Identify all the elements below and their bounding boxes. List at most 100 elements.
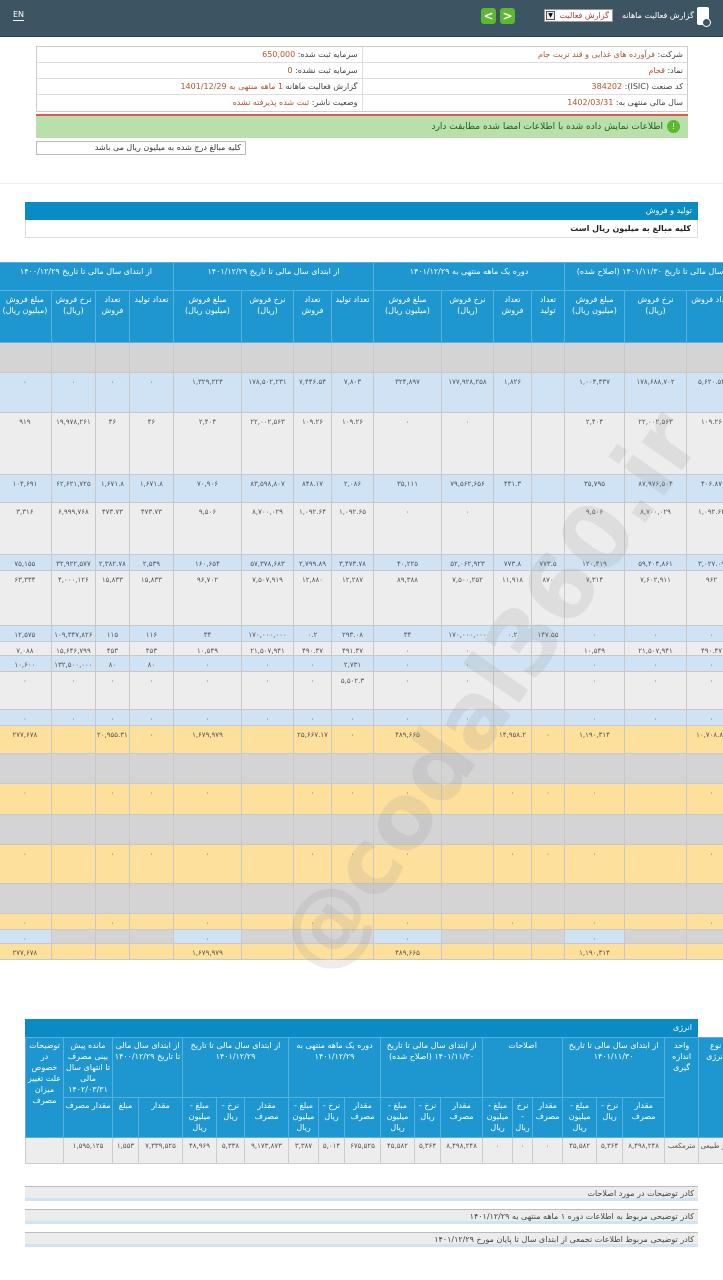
- table-cell: ۲۲,۰۰۲,۵۶۳: [240, 412, 294, 475]
- table-cell: [563, 342, 626, 373]
- report-type-select[interactable]: ▼ گزارش فعالیت: [544, 9, 613, 22]
- table-cell: ۰: [172, 844, 242, 884]
- table-cell: ۸۴۸.۱۷: [292, 474, 332, 503]
- table-row: ۴۹۰.۴۷ ۲۱,۵۰۷,۹۴۱ ۱۰,۵۴۹ ۰ ۰ ۴۹۱.۴۷ ۴۹۰.۴۷ ۲۱,۵…: [0, 641, 723, 656]
- divider: [0, 183, 723, 184]
- table-cell: [330, 814, 374, 845]
- table-cell: [94, 342, 130, 373]
- energy-cell: ۵,۰۱۴: [318, 1137, 346, 1164]
- table-cell: [530, 709, 565, 726]
- table-cell: [530, 929, 565, 944]
- energy-sub-header: مقدار: [138, 1097, 183, 1138]
- registered-capital-field: سرمایه ثبت شده: 650,000: [262, 50, 358, 59]
- table-cell: [686, 342, 723, 373]
- table-cell: [686, 814, 723, 845]
- table-cell: [240, 725, 294, 754]
- table-cell: ۰: [330, 725, 374, 754]
- table-cell: [240, 929, 294, 944]
- energy-cell: ۸,۴۹۸,۲۴۸: [440, 1137, 484, 1164]
- table-cell: ۷,۵۰۰,۲۵۲: [440, 570, 494, 626]
- table-cell: [492, 342, 532, 373]
- table-cell: ۰: [292, 913, 332, 930]
- table-cell: ۳۲,۹۲۲,۵۷۷: [50, 554, 96, 571]
- table-cell: ۱۷۰,۰۰۰,۰۰۰: [240, 625, 294, 642]
- prev-button[interactable]: <: [481, 8, 496, 24]
- energy-group-7: مانده پیش بینی مصرف تا انتهای سال مالی ۱…: [63, 1037, 113, 1098]
- table-cell: [240, 883, 294, 914]
- table-cell: ۰: [686, 671, 723, 710]
- sub-header: مبلغ فروش (میلیون ریال): [0, 290, 52, 343]
- table-cell: ۲۱,۵۰۷,۹۴۱: [624, 641, 687, 656]
- table-cell: ۱,۶۷۹,۹۷۹: [172, 725, 242, 754]
- table-cell: [440, 844, 494, 884]
- table-row: [0, 883, 723, 914]
- table-cell: [440, 725, 494, 754]
- energy-sub-header: مبلغ: [112, 1097, 139, 1138]
- language-toggle[interactable]: EN: [13, 10, 25, 21]
- energy-cell: ۹,۱۷۳,۸۷۳: [244, 1137, 290, 1164]
- table-cell: ۱۴,۹۵۸.۲: [492, 725, 532, 754]
- table-cell: ۷,۴۴۶.۵۴: [292, 372, 332, 413]
- table-cell: ۰: [563, 783, 626, 815]
- energy-cell: ۰: [512, 1137, 534, 1164]
- sub-header: نرخ فروش (ریال): [440, 290, 494, 343]
- table-cell: ۳۵,۷۹۵: [563, 474, 626, 503]
- table-cell: ۱,۶۷۱.۸: [128, 474, 174, 503]
- sub-header: تعداد فروش: [94, 290, 130, 343]
- next-button[interactable]: >: [500, 8, 515, 24]
- info-icon: !: [667, 120, 680, 133]
- energy-sub-header: مقدار مصرف: [63, 1097, 113, 1138]
- production-subtitle: کلیه مبالغ به میلیون ریال است: [25, 220, 698, 238]
- table-cell: ۰: [624, 709, 687, 726]
- table-cell: ۰: [372, 412, 442, 475]
- table-row: ۰۰۰۰۰۲,۷۳۱۰۰۰۸۰۸۰۱۳۲,۵۰۰,۰۰۰۱۰,۶۰۰تولید: [0, 655, 723, 672]
- table-cell: ۰: [128, 844, 174, 884]
- table-cell: ۶۳,۳۳۴: [0, 570, 52, 626]
- table-row: [0, 342, 723, 373]
- table-cell: ۸۰: [94, 655, 130, 672]
- table-cell: ۱۰,۵۴۹: [563, 641, 626, 656]
- table-cell: ۰: [372, 913, 442, 930]
- table-cell: [0, 883, 52, 914]
- table-cell: ۲۷۷,۶۷۸: [0, 943, 52, 960]
- table-cell: ۲,۷۳۱: [330, 655, 374, 672]
- table-cell: ۱,۰۰۴,۳۳۷: [563, 372, 626, 413]
- table-cell: [563, 814, 626, 845]
- table-cell: [94, 883, 130, 914]
- table-cell: ۱۷۸,۵۰۲,۲۳۱: [240, 372, 294, 413]
- energy-group-4: دوره یک ماهه منتهی به ۱۴۰۱/۱۲/۲۹: [288, 1037, 382, 1098]
- table-cell: [686, 929, 723, 944]
- table-cell: ۰: [372, 502, 442, 555]
- table-cell: ۰: [128, 372, 174, 413]
- energy-cell: ۵,۳۳۸: [216, 1137, 246, 1164]
- table-cell: [492, 883, 532, 914]
- table-cell: ۰: [440, 709, 494, 726]
- table-cell: [240, 943, 294, 960]
- table-cell: ۰: [0, 783, 52, 815]
- table-cell: [50, 783, 96, 815]
- energy-cell: ۴۸,۹۶۹: [181, 1137, 218, 1164]
- table-cell: ۱۲,۲۸۷: [330, 570, 374, 626]
- table-cell: ۰: [372, 783, 442, 815]
- sub-header: تعداد فروش: [492, 290, 532, 343]
- production-section-title: تولید و فروش: [25, 202, 698, 220]
- table-cell: [0, 753, 52, 784]
- table-cell: ۶۲,۶۲۱,۷۲۵: [50, 474, 96, 503]
- verification-alert: !اطلاعات نمایش داده شده با اطلاعات امضا …: [36, 116, 688, 138]
- sub-header: نرخ فروش (ریال): [50, 290, 96, 343]
- table-cell: [172, 814, 242, 845]
- table-cell: ۳۲۴,۸۹۷: [372, 372, 442, 413]
- table-cell: [50, 883, 96, 914]
- report-period-field: گزارش فعالیت ماهانه 1 ماهه منتهی به 1401…: [180, 82, 358, 91]
- table-cell: ۴۷۳.۷۳: [128, 502, 174, 555]
- sub-header: نرخ فروش (ریال): [624, 290, 687, 343]
- group-header-3: از ابتدای سال مالی تا تاریخ ۱۴۰۱/۱۲/۲۹: [172, 262, 374, 291]
- table-cell: [50, 929, 96, 944]
- table-cell: [440, 929, 494, 944]
- energy-type: گاز طبیعی: [698, 1137, 723, 1164]
- table-cell: ۳,۳۱۶: [0, 502, 52, 555]
- energy-cell: ۱,۵۹۵,۱۲۵: [63, 1137, 113, 1164]
- table-cell: [50, 943, 96, 960]
- table-cell: [240, 814, 294, 845]
- table-cell: [530, 474, 565, 503]
